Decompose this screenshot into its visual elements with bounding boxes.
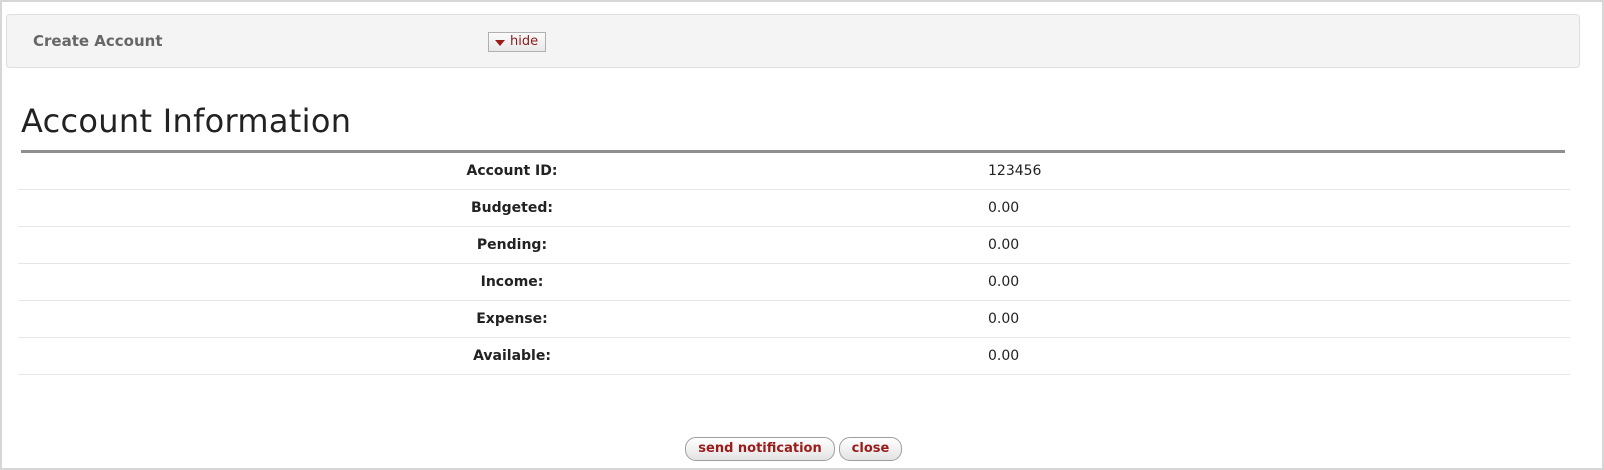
send-notification-button[interactable]: send notification: [685, 437, 835, 461]
row-label: Income:: [480, 274, 544, 290]
row-value: 0.00: [988, 189, 1570, 227]
create-account-bar: Create Account hide: [6, 14, 1580, 68]
dialog-frame: Create Account hide Account Information …: [0, 0, 1604, 470]
table-row: Income: 0.00: [18, 263, 1570, 301]
row-value: 0.00: [988, 337, 1570, 375]
table-row: Pending: 0.00: [18, 226, 1570, 264]
table-row: Budgeted: 0.00: [18, 189, 1570, 227]
table-row: Account ID: 123456: [18, 153, 1570, 190]
section-title: Account Information: [21, 102, 352, 140]
row-label: Budgeted:: [471, 200, 553, 216]
close-button[interactable]: close: [839, 437, 902, 461]
row-label: Expense:: [476, 311, 548, 327]
create-account-title: Create Account: [33, 32, 163, 50]
row-label: Account ID:: [466, 163, 558, 179]
hide-toggle-button[interactable]: hide: [488, 32, 547, 52]
row-value: 0.00: [988, 300, 1570, 338]
hide-toggle-label: hide: [510, 34, 539, 49]
table-row: Available: 0.00: [18, 337, 1570, 375]
row-value: 123456: [988, 153, 1570, 190]
action-button-row: send notification close: [2, 437, 1604, 461]
row-label: Available:: [473, 348, 551, 364]
table-row: Expense: 0.00: [18, 300, 1570, 338]
row-label: Pending:: [476, 237, 548, 253]
caret-down-icon: [495, 40, 505, 46]
account-info-table: Account ID: 123456 Budgeted: 0.00 Pendin…: [18, 153, 1570, 375]
row-value: 0.00: [988, 226, 1570, 264]
row-value: 0.00: [988, 263, 1570, 301]
